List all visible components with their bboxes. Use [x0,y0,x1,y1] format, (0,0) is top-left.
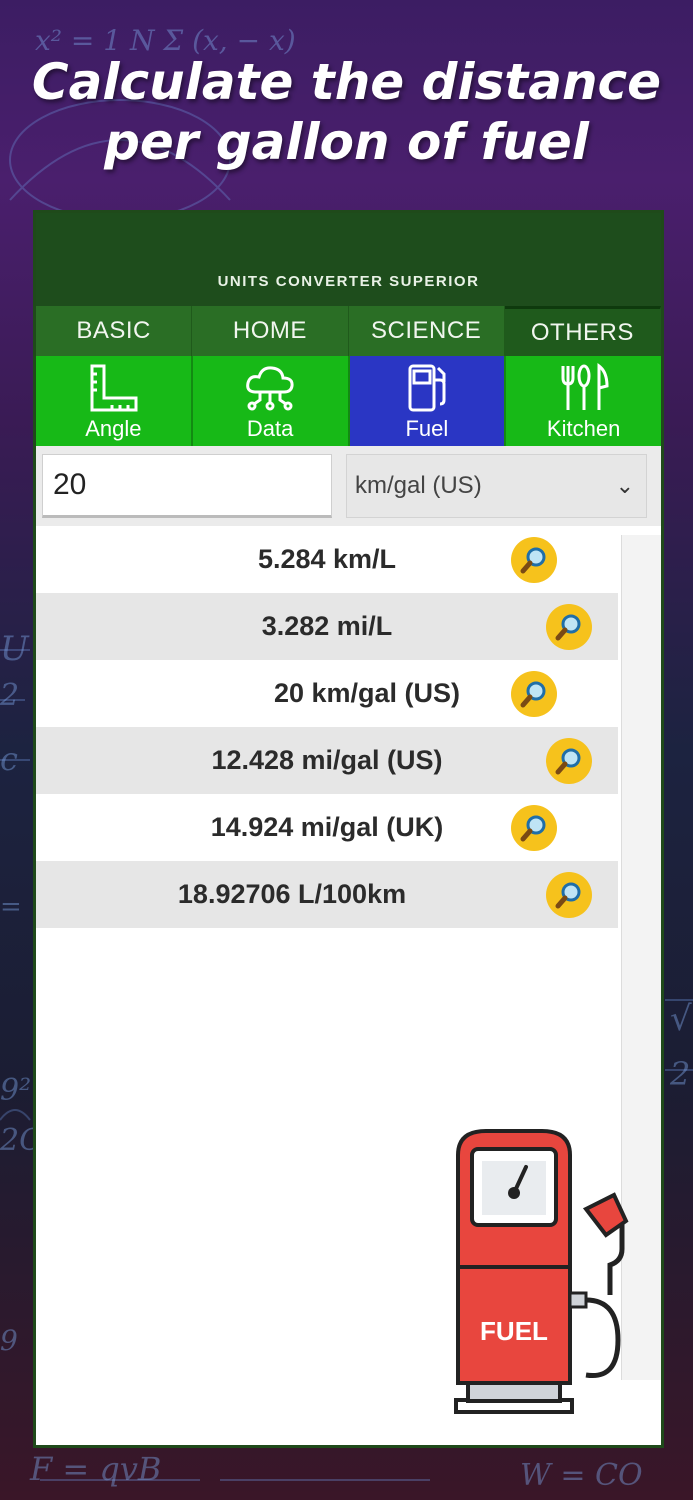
result-row: 14.924 mi/gal (UK) [36,794,618,861]
svg-text:2: 2 [0,678,19,713]
result-value: 12.428 mi/gal (US) [211,745,443,775]
svg-text:U: U [0,629,30,669]
svg-text:9²: 9² [0,1073,31,1108]
result-value: 14.924 mi/gal (UK) [210,812,444,842]
svg-text:F = qvB: F = qvB [29,1450,161,1488]
magnifier-icon[interactable] [511,670,557,717]
magnifier-icon[interactable] [511,804,557,851]
svg-text:9: 9 [0,1324,18,1357]
sub-tab-label: Fuel [405,416,449,441]
fuel-pump-icon [408,364,446,412]
sub-tab-label: Kitchen [546,416,621,441]
fuel-pump-illustration: FUEL [454,1129,629,1414]
sub-tab-data[interactable]: Data [192,356,350,446]
svg-text:=: = [0,892,22,922]
sub-tab-label: Angle [85,416,142,441]
category-tabs: BASIC HOME SCIENCE OTHERS [36,306,661,356]
svg-text:√: √ [670,999,692,1039]
tab-science[interactable]: SCIENCE [349,306,505,356]
sub-tab-angle[interactable]: Angle [36,356,193,446]
results-list: 5.284 km/L 3.282 mi/L 20 km/gal (US) 12.… [36,526,618,928]
magnifier-icon[interactable] [546,603,592,650]
value-input[interactable] [42,454,332,518]
result-value: 3.282 mi/L [261,611,393,641]
converter-tabs: Angle Data Fuel Kitchen [36,356,661,446]
result-value: 18.92706 L/100km [177,879,407,909]
result-value: 20 km/gal (US) [273,678,461,708]
sub-tab-kitchen[interactable]: Kitchen [506,356,661,446]
result-row: 20 km/gal (US) [36,660,618,727]
magnifier-icon[interactable] [546,737,592,784]
magnifier-icon[interactable] [511,536,557,583]
cloud-network-icon [246,366,294,411]
chevron-down-icon: ⌄ [615,473,634,498]
result-value: 5.284 km/L [257,544,397,574]
sub-tab-fuel[interactable]: Fuel [349,356,507,446]
input-row: km/gal (US) ⌄ [36,446,661,526]
headline-line-2: per gallon of fuel [104,113,589,171]
result-row: 12.428 mi/gal (US) [36,727,618,794]
tab-basic[interactable]: BASIC [36,306,193,356]
utensils-icon [561,362,609,410]
tab-home[interactable]: HOME [192,306,349,356]
app-title: UNITS CONVERTER SUPERIOR [217,273,480,290]
unit-select-value: km/gal (US) [355,472,482,499]
result-row: 18.92706 L/100km [36,861,618,928]
app-window: UNITS CONVERTER SUPERIOR BASIC HOME SCIE… [33,210,664,1448]
ruler-angle-icon [90,364,138,412]
app-title-bar: UNITS CONVERTER SUPERIOR [36,213,661,306]
pump-label: FUEL [480,1316,548,1346]
sub-tab-label: Data [246,416,294,441]
promo-headline: Calculate the distance per gallon of fue… [0,52,693,172]
magnifier-icon[interactable] [546,871,592,918]
tab-others[interactable]: OTHERS [504,306,661,356]
headline-line-1: Calculate the distance [31,53,662,111]
result-row: 5.284 km/L [36,526,618,593]
svg-text:c: c [0,740,18,778]
svg-text:W = CO: W = CO [520,1458,643,1493]
result-row: 3.282 mi/L [36,593,618,660]
svg-text:2: 2 [669,1055,690,1093]
unit-select[interactable]: km/gal (US) ⌄ [346,454,647,518]
